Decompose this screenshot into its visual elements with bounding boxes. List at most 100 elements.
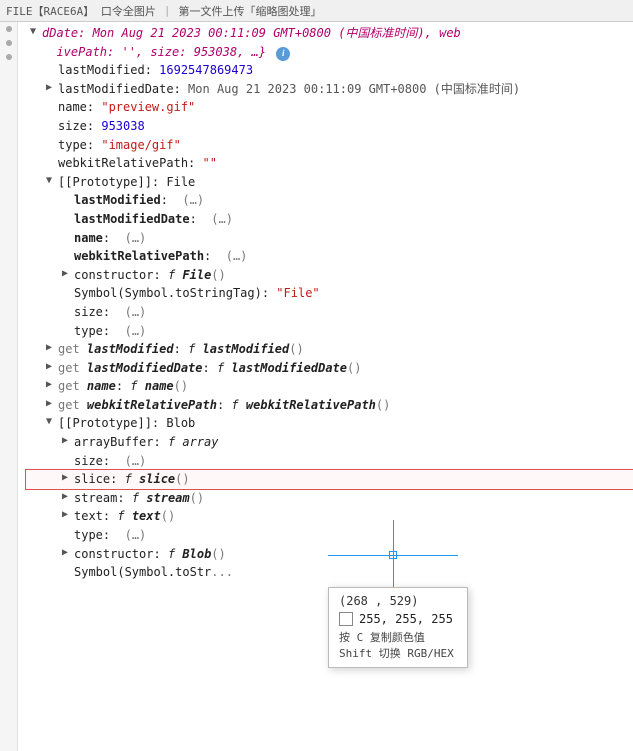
line-lastModifiedDate[interactable]: lastModifiedDate : Mon Aug 21 2023 00:11…: [26, 80, 633, 99]
funcname-stream: stream: [146, 489, 189, 508]
sidebar-dot-3: [6, 54, 12, 60]
line-get-lastModifiedDate[interactable]: get lastModifiedDate : f lastModifiedDat…: [26, 359, 633, 378]
funcname-get-lastModified: lastModified: [203, 340, 290, 359]
line-blob-type[interactable]: type : (…): [26, 526, 633, 545]
key-proto-lastModified: lastModified: [74, 191, 161, 210]
expand-arrow-lastModifiedDate[interactable]: [46, 80, 58, 96]
val-get-lastModifiedDate: f: [217, 359, 231, 378]
line-text[interactable]: text : f text(): [26, 507, 633, 526]
prefix-get-webkit: get: [58, 396, 87, 415]
color-swatch: [339, 612, 353, 626]
val-blob-size: (…): [125, 452, 147, 471]
key-blob-size: size: [74, 452, 103, 471]
top-bar-right: 第一文件上传「缩略图处理」: [178, 3, 321, 19]
line-proto-file[interactable]: [[Prototype]] : File: [26, 173, 633, 192]
line-proto-size[interactable]: size : (…): [26, 303, 633, 322]
expand-arrow-text[interactable]: [62, 507, 74, 523]
key-text: text: [74, 507, 103, 526]
line-constructor-blob[interactable]: constructor : f Blob(): [26, 545, 633, 564]
expand-arrow-proto-file[interactable]: [46, 173, 58, 189]
expand-arrow-arrayBuffer[interactable]: [62, 433, 74, 449]
key-size: size: [58, 117, 87, 136]
sidebar-dot-1: [6, 26, 12, 32]
line-arrayBuffer[interactable]: arrayBuffer : f array: [26, 433, 633, 452]
key-stream: stream: [74, 489, 117, 508]
key-constructor-file: constructor: [74, 266, 153, 285]
line-proto-webkitRelativePath[interactable]: webkitRelativePath : (…): [26, 247, 633, 266]
line-proto-type[interactable]: type : (…): [26, 322, 633, 341]
funcname-get-lastModifiedDate: lastModifiedDate: [231, 359, 347, 378]
key-lastModified: lastModified: [58, 61, 145, 80]
expand-arrow-get-lastModified[interactable]: [46, 340, 58, 356]
val-constructor-file: f: [168, 266, 182, 285]
line-symbol-toStringTag[interactable]: Symbol(Symbol.toStringTag) : "File": [26, 284, 633, 303]
line-proto-name[interactable]: name : (…): [26, 229, 633, 248]
line-symbol-toString-blob[interactable]: Symbol(Symbol.toStr ...: [26, 563, 633, 582]
val-constructor-blob: f: [168, 545, 182, 564]
key-proto-file: [[Prototype]]: [58, 173, 152, 192]
prefix-get-lastModifiedDate: get: [58, 359, 87, 378]
inspector-root-line[interactable]: dDate: Mon Aug 21 2023 00:11:09 GMT+0800…: [26, 24, 633, 43]
line-slice[interactable]: slice : f slice(): [26, 470, 633, 489]
key-slice: slice: [74, 470, 110, 489]
val-arrayBuffer: f array: [168, 433, 219, 452]
tooltip-color-row: 255, 255, 255: [339, 612, 457, 626]
tooltip-color-value: 255, 255, 255: [359, 612, 453, 626]
val-get-name: f: [130, 377, 144, 396]
inspector-panel: dDate: Mon Aug 21 2023 00:11:09 GMT+0800…: [18, 22, 633, 751]
val-lastModifiedDate: Mon Aug 21 2023 00:11:09 GMT+0800 (中国标准时…: [188, 80, 520, 99]
line-webkitRelativePath[interactable]: webkitRelativePath : "": [26, 154, 633, 173]
funcname-constructor-blob: Blob: [182, 545, 211, 564]
sidebar-strip: [0, 22, 18, 751]
line-constructor-file[interactable]: constructor : f File(): [26, 266, 633, 285]
info-icon[interactable]: i: [276, 47, 290, 61]
val-proto-type: (…): [125, 322, 147, 341]
line-get-webkitRelativePath[interactable]: get webkitRelativePath : f webkitRelativ…: [26, 396, 633, 415]
line-proto-blob[interactable]: [[Prototype]] : Blob: [26, 414, 633, 433]
top-bar-separator: |: [164, 4, 171, 17]
val-size: 953038: [101, 117, 144, 136]
expand-arrow-stream[interactable]: [62, 489, 74, 505]
val-constructor-file-name: File: [182, 266, 211, 285]
key-proto-blob: [[Prototype]]: [58, 414, 152, 433]
line-name[interactable]: name : "preview.gif": [26, 98, 633, 117]
line-blob-size[interactable]: size : (…): [26, 452, 633, 471]
prefix-get-name: get: [58, 377, 87, 396]
color-picker-tooltip: (268 , 529) 255, 255, 255 按 C 复制颜色值 Shif…: [328, 587, 468, 668]
val-proto-name: (…): [125, 229, 147, 248]
expand-arrow-get-lastModifiedDate[interactable]: [46, 359, 58, 375]
tooltip-hint1: 按 C 复制颜色值: [339, 630, 457, 645]
key-symbol-toString-blob: Symbol(Symbol.toStr: [74, 563, 211, 582]
line-proto-lastModifiedDate[interactable]: lastModifiedDate : (…): [26, 210, 633, 229]
val-proto-lastModified: (…): [182, 191, 204, 210]
val-proto-lastModifiedDate: (…): [211, 210, 233, 229]
expand-arrow-constructor-blob[interactable]: [62, 545, 74, 561]
val-get-lastModified: f: [188, 340, 202, 359]
val-name: "preview.gif": [101, 98, 195, 117]
val-text: f: [117, 507, 131, 526]
line-stream[interactable]: stream : f stream(): [26, 489, 633, 508]
expand-arrow-proto-blob[interactable]: [46, 414, 58, 430]
expand-arrow-get-name[interactable]: [46, 377, 58, 393]
key-name: name: [58, 98, 87, 117]
key-blob-type: type: [74, 526, 103, 545]
val-get-webkit: f: [231, 396, 245, 415]
line-get-name[interactable]: get name : f name(): [26, 377, 633, 396]
line-type[interactable]: type : "image/gif": [26, 136, 633, 155]
key-proto-webkit: webkitRelativePath: [74, 247, 204, 266]
expand-arrow-root[interactable]: [30, 24, 42, 40]
line-size[interactable]: size : 953038: [26, 117, 633, 136]
val-proto-webkit: (…): [226, 247, 248, 266]
val-webkitRelativePath: "": [203, 154, 217, 173]
sidebar-dot-2: [6, 40, 12, 46]
val-symbol-toStringTag: "File": [276, 284, 319, 303]
val-proto-size: (…): [125, 303, 147, 322]
funcname-text: text: [132, 507, 161, 526]
expand-arrow-slice[interactable]: [62, 470, 74, 486]
expand-arrow-get-webkitRelativePath[interactable]: [46, 396, 58, 412]
funcname-get-webkit: webkitRelativePath: [246, 396, 376, 415]
line-lastModified[interactable]: lastModified : 1692547869473: [26, 61, 633, 80]
expand-arrow-constructor-file[interactable]: [62, 266, 74, 282]
line-get-lastModified[interactable]: get lastModified : f lastModified(): [26, 340, 633, 359]
line-proto-lastModified[interactable]: lastModified : (…): [26, 191, 633, 210]
